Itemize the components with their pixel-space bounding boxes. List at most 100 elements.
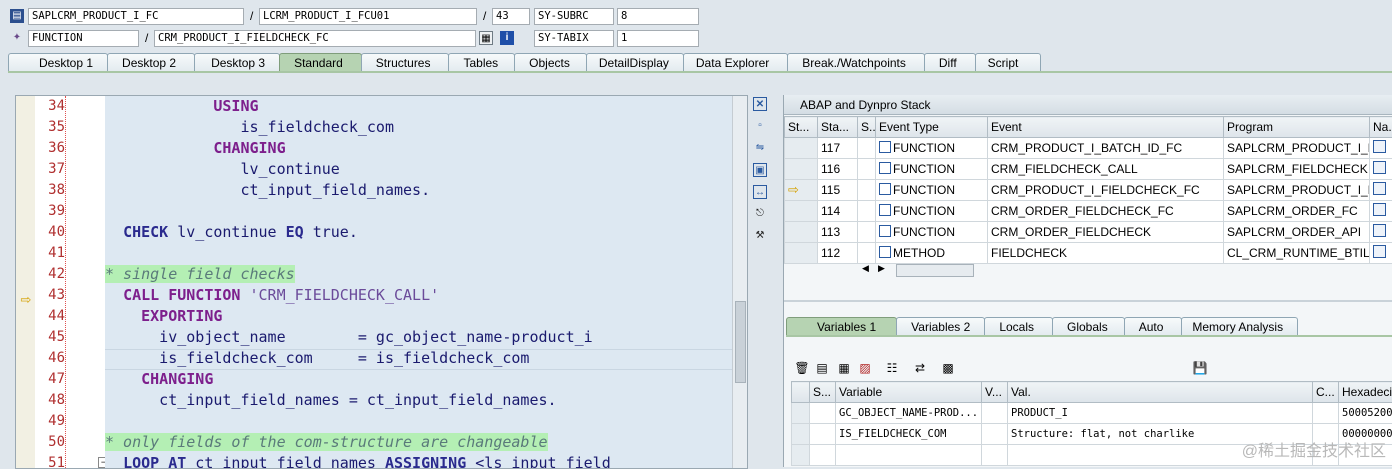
services-tool-icon[interactable]: ⎋ xyxy=(753,207,767,221)
col-value[interactable]: Val. xyxy=(1008,382,1313,403)
variable-row[interactable]: GC_OBJECT_NAME-PROD...PRODUCT_I50005200 xyxy=(792,403,1392,424)
stack-status-cell[interactable] xyxy=(785,201,818,222)
scroll-left-icon[interactable]: ◀ xyxy=(862,263,869,274)
tab-standard[interactable]: Standard xyxy=(279,53,362,72)
col-program[interactable]: Program xyxy=(1224,117,1370,138)
code-line[interactable]: USING xyxy=(105,96,259,117)
event-type-field[interactable]: FUNCTION xyxy=(28,30,139,47)
delete-icon[interactable]: 🗑 xyxy=(794,360,810,376)
stack-program-cell[interactable]: SAPLCRM_PRODUCT_I_FC xyxy=(1224,138,1370,159)
code-editor[interactable]: 343536373839404142434445464748495051 − U… xyxy=(15,95,748,469)
tab-locals[interactable]: Locals xyxy=(984,317,1053,336)
stack-row[interactable]: ⇨115FUNCTIONCRM_PRODUCT_I_FIELDCHECK_FCS… xyxy=(785,180,1392,201)
col-navigate[interactable]: Na... xyxy=(1370,117,1392,138)
stack-program-cell[interactable]: SAPLCRM_FIELDCHECK xyxy=(1224,159,1370,180)
variable-value-cell[interactable]: PRODUCT_I xyxy=(1008,403,1313,424)
navigate-source-icon[interactable] xyxy=(1373,224,1386,237)
col-event-type[interactable]: Event Type xyxy=(876,117,988,138)
save-icon[interactable]: 💾 xyxy=(1192,360,1208,376)
tab-memory-analysis[interactable]: Memory Analysis xyxy=(1181,317,1298,336)
tab-data-explorer[interactable]: Data Explorer xyxy=(683,53,788,72)
col-stack-level[interactable]: Sta... xyxy=(818,117,858,138)
tab-desktop-3[interactable]: Desktop 3 xyxy=(194,53,280,72)
program-field[interactable]: SAPLCRM_PRODUCT_I_FC xyxy=(28,8,244,25)
tab-break-watchpoints[interactable]: Break./Watchpoints xyxy=(787,53,925,72)
scroll-thumb[interactable] xyxy=(896,264,974,277)
col-var-c[interactable]: C... xyxy=(1313,382,1339,403)
code-line[interactable]: CALL FUNCTION 'CRM_FIELDCHECK_CALL' xyxy=(105,285,439,306)
stack-row[interactable]: 117FUNCTIONCRM_PRODUCT_I_BATCH_ID_FCSAPL… xyxy=(785,138,1392,159)
open-icon[interactable]: ▩ xyxy=(940,360,956,376)
delete-all-icon[interactable]: ▨ xyxy=(857,360,873,376)
code-line[interactable]: CHECK lv_continue EQ true. xyxy=(105,222,358,243)
col-row-select[interactable] xyxy=(792,382,810,403)
code-text[interactable]: USING is_fieldcheck_com CHANGING lv_cont… xyxy=(105,96,732,468)
stack-event-cell[interactable]: CRM_PRODUCT_I_BATCH_ID_FC xyxy=(988,138,1224,159)
tab-desktop-1[interactable]: Desktop 1 xyxy=(8,53,108,72)
stack-navigate-cell[interactable] xyxy=(1370,201,1392,222)
settings-tool-icon[interactable]: ⚒ xyxy=(753,229,767,243)
stack-event-cell[interactable]: FIELDCHECK xyxy=(988,243,1224,264)
transfer-icon[interactable]: ⇄ xyxy=(912,360,928,376)
tab-diff[interactable]: Diff xyxy=(924,53,976,72)
tab-variables-2[interactable]: Variables 2 xyxy=(896,317,985,336)
tab-detaildisplay[interactable]: DetailDisplay xyxy=(586,53,684,72)
close-tool-icon[interactable]: ✕ xyxy=(753,97,767,111)
stack-navigate-cell[interactable] xyxy=(1370,159,1392,180)
display-source-icon[interactable]: ▦ xyxy=(479,31,493,45)
stack-program-cell[interactable]: CL_CRM_RUNTIME_BTIL... xyxy=(1224,243,1370,264)
code-line[interactable]: ct_input_field_names = ct_input_field_na… xyxy=(105,390,557,411)
col-s[interactable]: S... xyxy=(858,117,876,138)
editor-vertical-scrollbar[interactable] xyxy=(732,96,747,468)
include-field[interactable]: LCRM_PRODUCT_I_FCU01 xyxy=(259,8,477,25)
stack-row[interactable]: 114FUNCTIONCRM_ORDER_FIELDCHECK_FCSAPLCR… xyxy=(785,201,1392,222)
code-line[interactable]: ct_input_field_names. xyxy=(105,180,430,201)
stack-status-cell[interactable] xyxy=(785,243,818,264)
code-line[interactable]: CHANGING xyxy=(105,369,213,390)
scroll-right-icon[interactable]: ▶ xyxy=(878,263,885,274)
col-hexadecimal[interactable]: Hexadeci xyxy=(1339,382,1392,403)
code-line[interactable]: * only fields of the com-structure are c… xyxy=(105,432,548,453)
stack-event-cell[interactable]: CRM_ORDER_FIELDCHECK_FC xyxy=(988,201,1224,222)
tree-icon[interactable]: ☷ xyxy=(884,360,900,376)
variable-name-cell[interactable]: IS_FIELDCHECK_COM xyxy=(836,424,982,445)
sy-subrc-value[interactable]: 8 xyxy=(617,8,699,25)
empty-cell[interactable] xyxy=(982,445,1008,466)
stack-status-cell[interactable] xyxy=(785,159,818,180)
detail-icon[interactable]: ▦ xyxy=(836,360,852,376)
stack-program-cell[interactable]: SAPLCRM_ORDER_FC xyxy=(1224,201,1370,222)
empty-cell[interactable] xyxy=(810,445,836,466)
maximize-tool-icon[interactable]: ▣ xyxy=(753,163,767,177)
stack-horizontal-scrollbar[interactable]: ◀ ▶ xyxy=(862,263,974,276)
stack-navigate-cell[interactable] xyxy=(1370,243,1392,264)
code-line[interactable]: lv_continue xyxy=(105,159,340,180)
stack-navigate-cell[interactable] xyxy=(1370,222,1392,243)
code-line[interactable]: iv_object_name = gc_object_name-product_… xyxy=(105,327,593,348)
scroll-thumb[interactable] xyxy=(735,301,746,383)
tab-variables-1[interactable]: Variables 1 xyxy=(786,317,897,336)
code-line[interactable]: * single field checks xyxy=(105,264,295,285)
stack-status-cell[interactable]: ⇨ xyxy=(785,180,818,201)
event-name-field[interactable]: CRM_PRODUCT_I_FIELDCHECK_FC xyxy=(154,30,476,47)
line-field[interactable]: 43 xyxy=(492,8,530,25)
stack-navigate-cell[interactable] xyxy=(1370,138,1392,159)
list-icon[interactable]: ▤ xyxy=(814,360,830,376)
navigate-source-icon[interactable] xyxy=(1373,161,1386,174)
col-var-s[interactable]: S... xyxy=(810,382,836,403)
replace-tool-icon[interactable]: ⇋ xyxy=(753,141,767,155)
code-line[interactable]: EXPORTING xyxy=(105,306,222,327)
tab-tables[interactable]: Tables xyxy=(448,53,515,72)
col-status[interactable]: St... xyxy=(785,117,818,138)
breakpoint-gutter[interactable] xyxy=(16,96,36,468)
row-select-cell[interactable] xyxy=(792,445,810,466)
tab-globals[interactable]: Globals xyxy=(1052,317,1125,336)
variable-name-cell[interactable]: GC_OBJECT_NAME-PROD... xyxy=(836,403,982,424)
stack-row[interactable]: 113FUNCTIONCRM_ORDER_FIELDCHECKSAPLCRM_O… xyxy=(785,222,1392,243)
info-icon[interactable]: i xyxy=(500,31,514,45)
tab-script[interactable]: Script xyxy=(975,53,1042,72)
new-tool-icon[interactable]: ▫ xyxy=(753,119,767,133)
stack-status-cell[interactable] xyxy=(785,138,818,159)
stack-program-cell[interactable]: SAPLCRM_ORDER_API xyxy=(1224,222,1370,243)
tab-objects[interactable]: Objects xyxy=(514,53,587,72)
stack-program-cell[interactable]: SAPLCRM_PRODUCT_I_FC xyxy=(1224,180,1370,201)
